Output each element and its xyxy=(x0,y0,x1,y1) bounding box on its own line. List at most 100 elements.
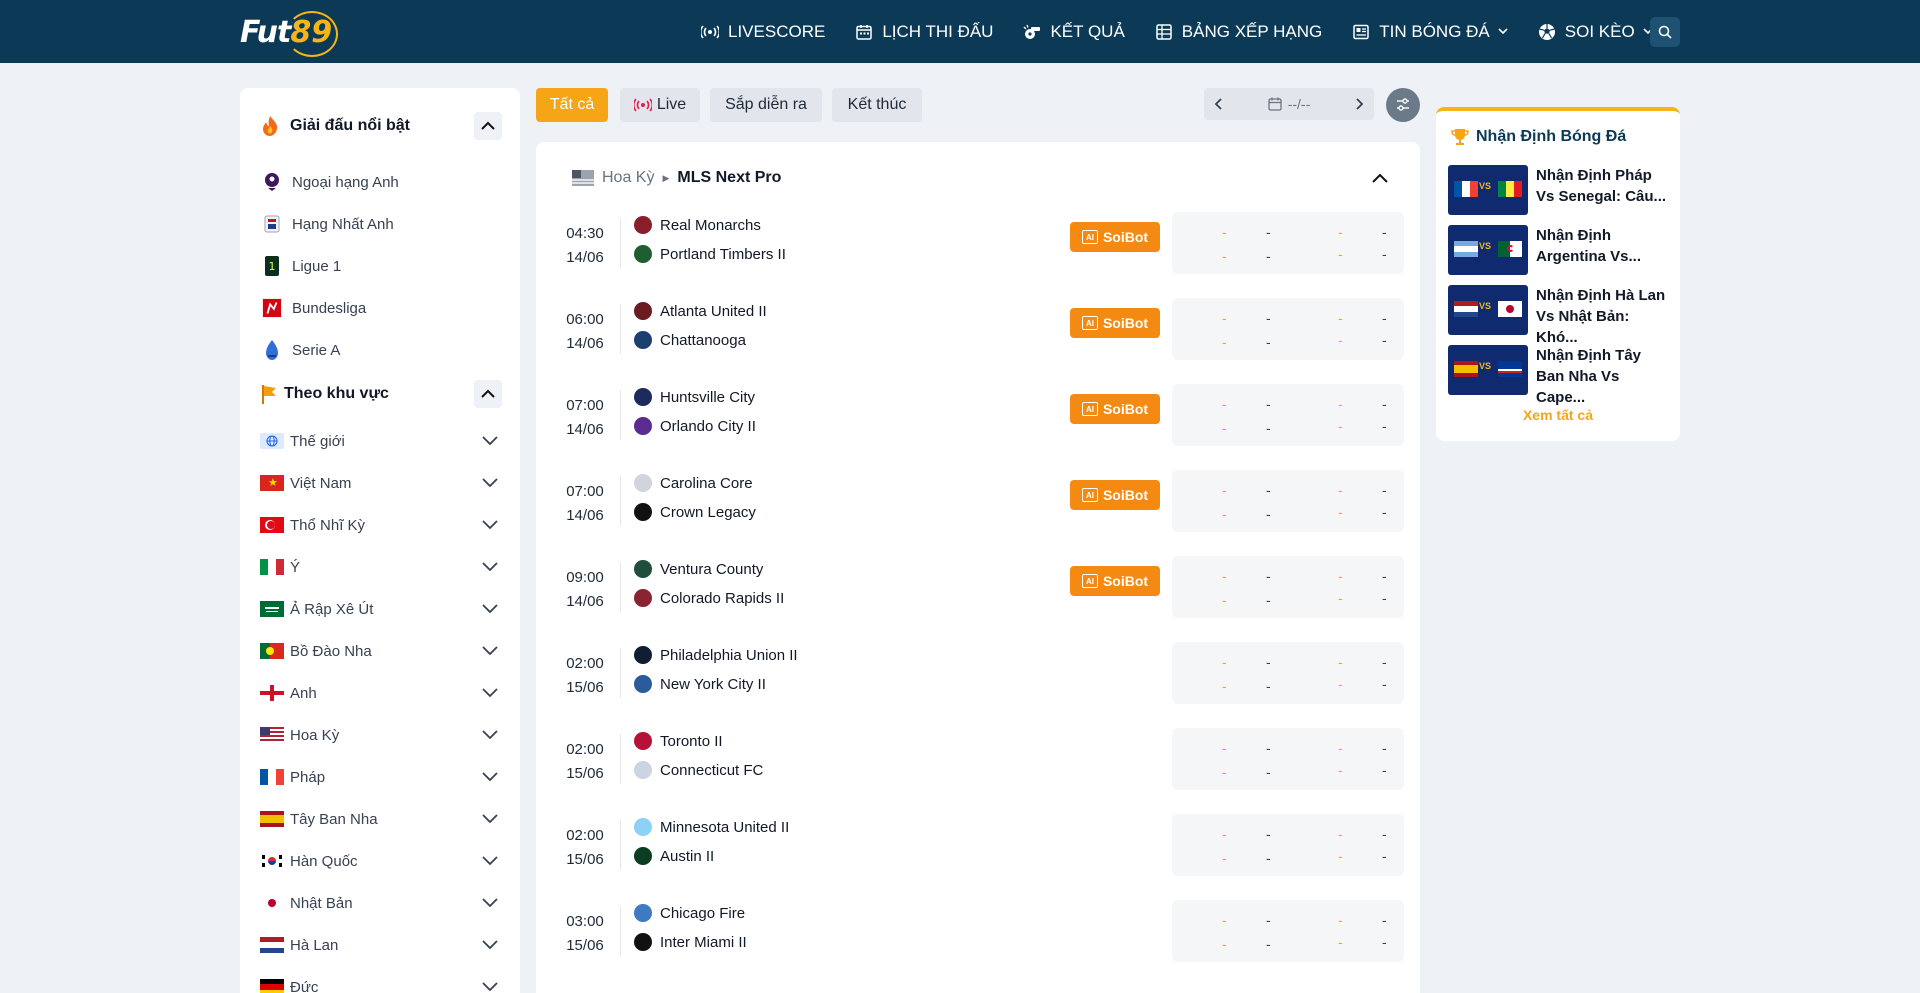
home-team[interactable]: Ventura County xyxy=(634,558,763,580)
region-item[interactable]: Hàn Quốc xyxy=(260,847,500,875)
featured-leagues-header[interactable]: Giải đấu nổi bật xyxy=(260,108,502,144)
away-team[interactable]: Colorado Rapids II xyxy=(634,587,784,609)
odds-box[interactable]: - - - - - - - - xyxy=(1172,556,1404,618)
home-team[interactable]: Philadelphia Union II xyxy=(634,644,798,666)
away-team[interactable]: Crown Legacy xyxy=(634,501,756,523)
nav-item-4[interactable]: TIN BÓNG ĐÁ xyxy=(1351,22,1508,42)
chevron-down-icon[interactable] xyxy=(482,895,498,912)
region-header[interactable]: Theo khu vực xyxy=(260,376,502,412)
match-row[interactable]: 09:00 14/06 Ventura County Colorado Rapids … xyxy=(536,548,1420,634)
prediction-item[interactable]: VS Nhận Định Hà Lan Vs Nhật Bản: Khó... xyxy=(1448,285,1673,346)
away-team[interactable]: Connecticut FC xyxy=(634,759,763,781)
away-team[interactable]: Austin II xyxy=(634,845,714,867)
odds-box[interactable]: - - - - - - - - xyxy=(1172,814,1404,876)
region-item[interactable]: Hoa Kỳ xyxy=(260,721,500,749)
site-logo[interactable]: Fut 89 xyxy=(240,8,339,57)
next-day-button[interactable] xyxy=(1346,88,1374,120)
odds-box[interactable]: - - - - - - - - xyxy=(1172,212,1404,274)
region-item[interactable]: Hà Lan xyxy=(260,931,500,959)
search-button[interactable] xyxy=(1650,17,1680,47)
nav-item-2[interactable]: KẾT QUẢ xyxy=(1022,22,1125,42)
chevron-down-icon[interactable] xyxy=(482,517,498,534)
nav-item-5[interactable]: SOI KÈO xyxy=(1537,22,1653,42)
home-team[interactable]: Chicago Fire xyxy=(634,902,745,924)
odds-box[interactable]: - - - - - - - - xyxy=(1172,642,1404,704)
chevron-down-icon[interactable] xyxy=(482,433,498,450)
chevron-down-icon[interactable] xyxy=(482,685,498,702)
prediction-item[interactable]: VS Nhận Định Argentina Vs... xyxy=(1448,225,1673,277)
prev-day-button[interactable] xyxy=(1204,88,1232,120)
featured-league-item[interactable]: 1 Ligue 1 xyxy=(262,252,341,280)
odds-box[interactable]: - - - - - - - - xyxy=(1172,298,1404,360)
soibot-button[interactable]: AI SoiBot xyxy=(1070,394,1160,424)
match-row[interactable]: 07:00 14/06 Huntsville City Orlando City II… xyxy=(536,376,1420,462)
odds-box[interactable]: - - - - - - - - xyxy=(1172,470,1404,532)
away-team[interactable]: New York City II xyxy=(634,673,766,695)
filter-upcoming[interactable]: Sắp diễn ra xyxy=(710,88,822,122)
collapse-league-button[interactable] xyxy=(1368,166,1392,190)
home-team[interactable]: Real Monarchs xyxy=(634,214,761,236)
away-team[interactable]: Orlando City II xyxy=(634,415,756,437)
match-row[interactable]: 07:00 14/06 Carolina Core Crown Legacy AI Soi… xyxy=(536,462,1420,548)
filter-all[interactable]: Tất cả xyxy=(536,88,608,122)
featured-league-item[interactable]: Bundesliga xyxy=(262,294,366,322)
chevron-down-icon[interactable] xyxy=(482,853,498,870)
soibot-button[interactable]: AI SoiBot xyxy=(1070,308,1160,338)
filter-finished[interactable]: Kết thúc xyxy=(832,88,922,122)
match-row[interactable]: 02:00 15/06 Toronto II Connecticut FC - - - - - -… xyxy=(536,720,1420,806)
region-item[interactable]: ★ Việt Nam xyxy=(260,469,500,497)
away-team[interactable]: Portland Timbers II xyxy=(634,243,786,265)
region-item[interactable]: Ả Rập Xê Út xyxy=(260,595,500,623)
away-team[interactable]: Inter Miami II xyxy=(634,931,747,953)
match-row[interactable]: 02:00 15/06 Minnesota United II Austin II - -… xyxy=(536,806,1420,892)
league-country[interactable]: Hoa Kỳ xyxy=(602,169,654,187)
home-team[interactable]: Toronto II xyxy=(634,730,723,752)
featured-league-item[interactable]: Hạng Nhất Anh xyxy=(262,210,394,238)
soibot-button[interactable]: AI SoiBot xyxy=(1070,222,1160,252)
region-item[interactable]: Ý xyxy=(260,553,500,581)
odds-box[interactable]: - - - - - - - - xyxy=(1172,900,1404,962)
nav-item-0[interactable]: LIVESCORE xyxy=(700,22,825,42)
chevron-down-icon[interactable] xyxy=(482,643,498,660)
region-item[interactable]: Pháp xyxy=(260,763,500,791)
match-row[interactable]: 06:00 14/06 Atlanta United II Chattanooga AI… xyxy=(536,290,1420,376)
chevron-down-icon[interactable] xyxy=(482,475,498,492)
region-item[interactable]: Tây Ban Nha xyxy=(260,805,500,833)
home-team[interactable]: Atlanta United II xyxy=(634,300,767,322)
soibot-button[interactable]: AI SoiBot xyxy=(1070,480,1160,510)
chevron-down-icon[interactable] xyxy=(482,601,498,618)
league-header[interactable]: Hoa Kỳ ▶ MLS Next Pro xyxy=(572,164,1392,192)
region-item[interactable]: Nhật Bản xyxy=(260,889,500,917)
featured-league-item[interactable]: Serie A xyxy=(262,336,340,364)
match-row[interactable]: 02:00 15/06 Philadelphia Union II New York … xyxy=(536,634,1420,720)
home-team[interactable]: Minnesota United II xyxy=(634,816,789,838)
filter-settings-button[interactable] xyxy=(1386,88,1420,122)
home-team[interactable]: Carolina Core xyxy=(634,472,753,494)
region-item[interactable]: Đức xyxy=(260,973,500,993)
soibot-button[interactable]: AI SoiBot xyxy=(1070,566,1160,596)
chevron-down-icon[interactable] xyxy=(482,727,498,744)
filter-live[interactable]: Live xyxy=(620,88,700,122)
region-item[interactable]: Anh xyxy=(260,679,500,707)
date-field[interactable]: --/-- xyxy=(1232,96,1346,112)
chevron-down-icon[interactable] xyxy=(482,937,498,954)
prediction-item[interactable]: VS Nhận Định Tây Ban Nha Vs Cape... xyxy=(1448,345,1673,406)
see-all-link[interactable]: Xem tất cả xyxy=(1436,407,1680,423)
chevron-down-icon[interactable] xyxy=(482,811,498,828)
nav-item-1[interactable]: LỊCH THI ĐẤU xyxy=(854,22,993,42)
region-item[interactable]: Bồ Đào Nha xyxy=(260,637,500,665)
away-team[interactable]: Chattanooga xyxy=(634,329,746,351)
home-team[interactable]: Huntsville City xyxy=(634,386,755,408)
prediction-item[interactable]: VS Nhận Định Pháp Vs Senegal: Câu... xyxy=(1448,165,1673,217)
chevron-down-icon[interactable] xyxy=(482,559,498,576)
region-item[interactable]: Thổ Nhĩ Kỳ xyxy=(260,511,500,539)
collapse-button[interactable] xyxy=(474,112,502,140)
nav-item-3[interactable]: BẢNG XẾP HẠNG xyxy=(1154,22,1322,42)
chevron-down-icon[interactable] xyxy=(482,979,498,993)
region-item[interactable]: Thế giới xyxy=(260,427,500,455)
chevron-down-icon[interactable] xyxy=(482,769,498,786)
match-row[interactable]: 04:30 14/06 Real Monarchs Portland Timbers … xyxy=(536,204,1420,290)
featured-league-item[interactable]: Ngoại hạng Anh xyxy=(262,168,399,196)
odds-box[interactable]: - - - - - - - - xyxy=(1172,384,1404,446)
collapse-button[interactable] xyxy=(474,380,502,408)
